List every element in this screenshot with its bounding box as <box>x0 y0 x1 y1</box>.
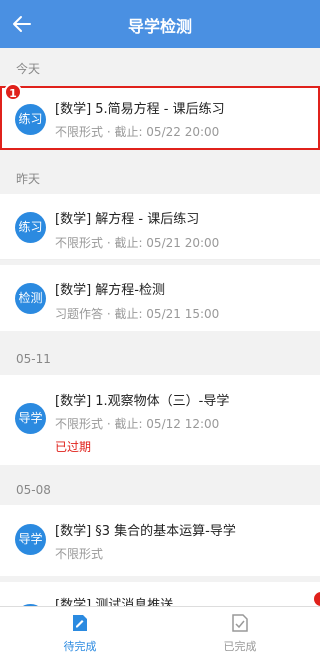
task-meta: 不限形式 · 截止: 05/22 20:00 <box>55 125 220 139</box>
tab-done-label: 已完成 <box>223 640 257 653</box>
task-meta: 习题作答 · 截止: 05/21 15:00 <box>55 307 220 321</box>
task-type-badge: 检测 <box>15 283 46 314</box>
section-label-date: 05-11 <box>16 352 51 366</box>
expired-status: 已过期 <box>55 440 92 454</box>
section-label-date: 05-08 <box>16 483 51 497</box>
section-label-today: 今天 <box>16 62 41 76</box>
task-type-badge: 练习 <box>15 104 46 135</box>
task-type-badge: 练习 <box>15 212 46 243</box>
tab-pending-label: 待完成 <box>63 640 97 653</box>
task-meta: 不限形式 · 截止: 05/12 12:00 <box>55 417 220 431</box>
task-title: [数学] 1.观察物体（三）-导学 <box>55 394 230 409</box>
task-card[interactable]: 导学 [数学] §3 集合的基本运算-导学 不限形式 <box>0 505 320 576</box>
task-meta: 不限形式 · 截止: 05/21 20:00 <box>55 236 220 250</box>
edit-doc-icon <box>73 615 87 631</box>
task-title: [数学] 解方程 - 课后练习 <box>55 212 200 227</box>
task-title: [数学] §3 集合的基本运算-导学 <box>55 524 236 539</box>
task-card[interactable]: 练习 [数学] 5.简易方程 - 课后练习 不限形式 · 截止: 05/22 2… <box>0 86 320 150</box>
task-type-badge: 导学 <box>15 403 46 434</box>
tab-pending[interactable]: 待完成 <box>0 607 160 655</box>
section-label-yesterday: 昨天 <box>16 172 41 186</box>
task-type-badge: 导学 <box>15 524 46 555</box>
task-card[interactable]: 检测 [数学] 解方程-检测 习题作答 · 截止: 05/21 15:00 <box>0 265 320 331</box>
tab-done[interactable]: 已完成 <box>160 607 320 655</box>
task-card[interactable]: 练习 [数学] 解方程 - 课后练习 不限形式 · 截止: 05/21 20:0… <box>0 194 320 260</box>
task-meta: 不限形式 <box>55 547 104 561</box>
annotation-marker: 1 <box>4 83 22 101</box>
task-card[interactable]: 导学 [数学] 1.观察物体（三）-导学 不限形式 · 截止: 05/12 12… <box>0 375 320 465</box>
task-title: [数学] 5.简易方程 - 课后练习 <box>55 102 225 117</box>
bottom-nav: 待完成 已完成 <box>0 606 320 655</box>
task-title: [数学] 解方程-检测 <box>55 283 165 298</box>
app-header: 导学检测 <box>0 0 320 48</box>
page-title: 导学检测 <box>127 17 192 36</box>
checked-doc-icon <box>232 614 248 632</box>
